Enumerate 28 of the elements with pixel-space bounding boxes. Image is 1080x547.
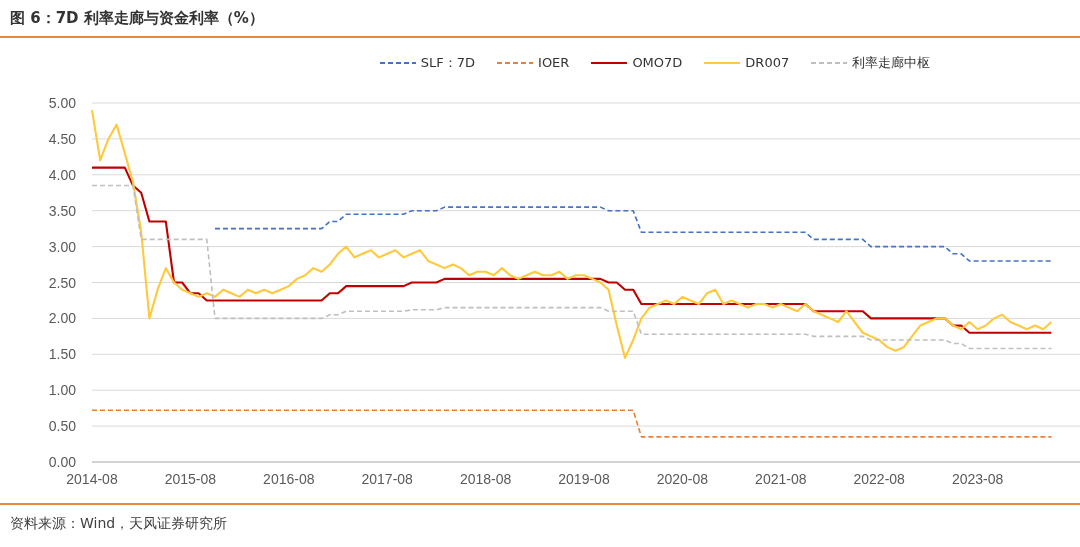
x-axis-label: 2020-08 <box>656 471 709 487</box>
y-axis-label: 0.00 <box>48 454 76 470</box>
y-axis-label: 0.50 <box>48 418 76 435</box>
y-axis-label: 4.50 <box>48 130 76 147</box>
figure-title: 图 6：7D 利率走廊与资金利率（%） <box>10 7 264 29</box>
legend-label: OMO7D <box>632 54 683 73</box>
x-axis-label: 2019-08 <box>558 471 610 487</box>
legend-label: IOER <box>538 54 570 73</box>
y-axis-label: 1.00 <box>48 382 76 399</box>
x-axis-label: 2014-08 <box>66 471 118 487</box>
source-note: 资料来源：Wind，天风证券研究所 <box>10 513 228 533</box>
y-axis-label: 4.00 <box>48 166 76 183</box>
x-axis-label: 2017-08 <box>361 471 413 487</box>
y-axis-label: 5.00 <box>48 95 76 111</box>
x-axis-label: 2016-08 <box>263 471 315 487</box>
y-axis-label: 2.00 <box>48 310 76 327</box>
x-axis-label: 2015-08 <box>164 471 217 487</box>
x-axis-label: 2018-08 <box>459 471 512 487</box>
legend-label: SLF：7D <box>420 54 476 73</box>
x-axis-label: 2022-08 <box>853 471 905 487</box>
legend-label: DR007 <box>745 54 790 73</box>
y-axis-label: 3.50 <box>48 202 76 219</box>
x-axis-label: 2021-08 <box>755 471 807 487</box>
y-axis-label: 3.00 <box>48 238 76 255</box>
y-axis-label: 1.50 <box>48 346 76 363</box>
legend-label: 利率走廊中枢 <box>852 54 931 73</box>
x-axis-label: 2023-08 <box>951 471 1004 487</box>
y-axis-label: 2.50 <box>48 274 76 291</box>
